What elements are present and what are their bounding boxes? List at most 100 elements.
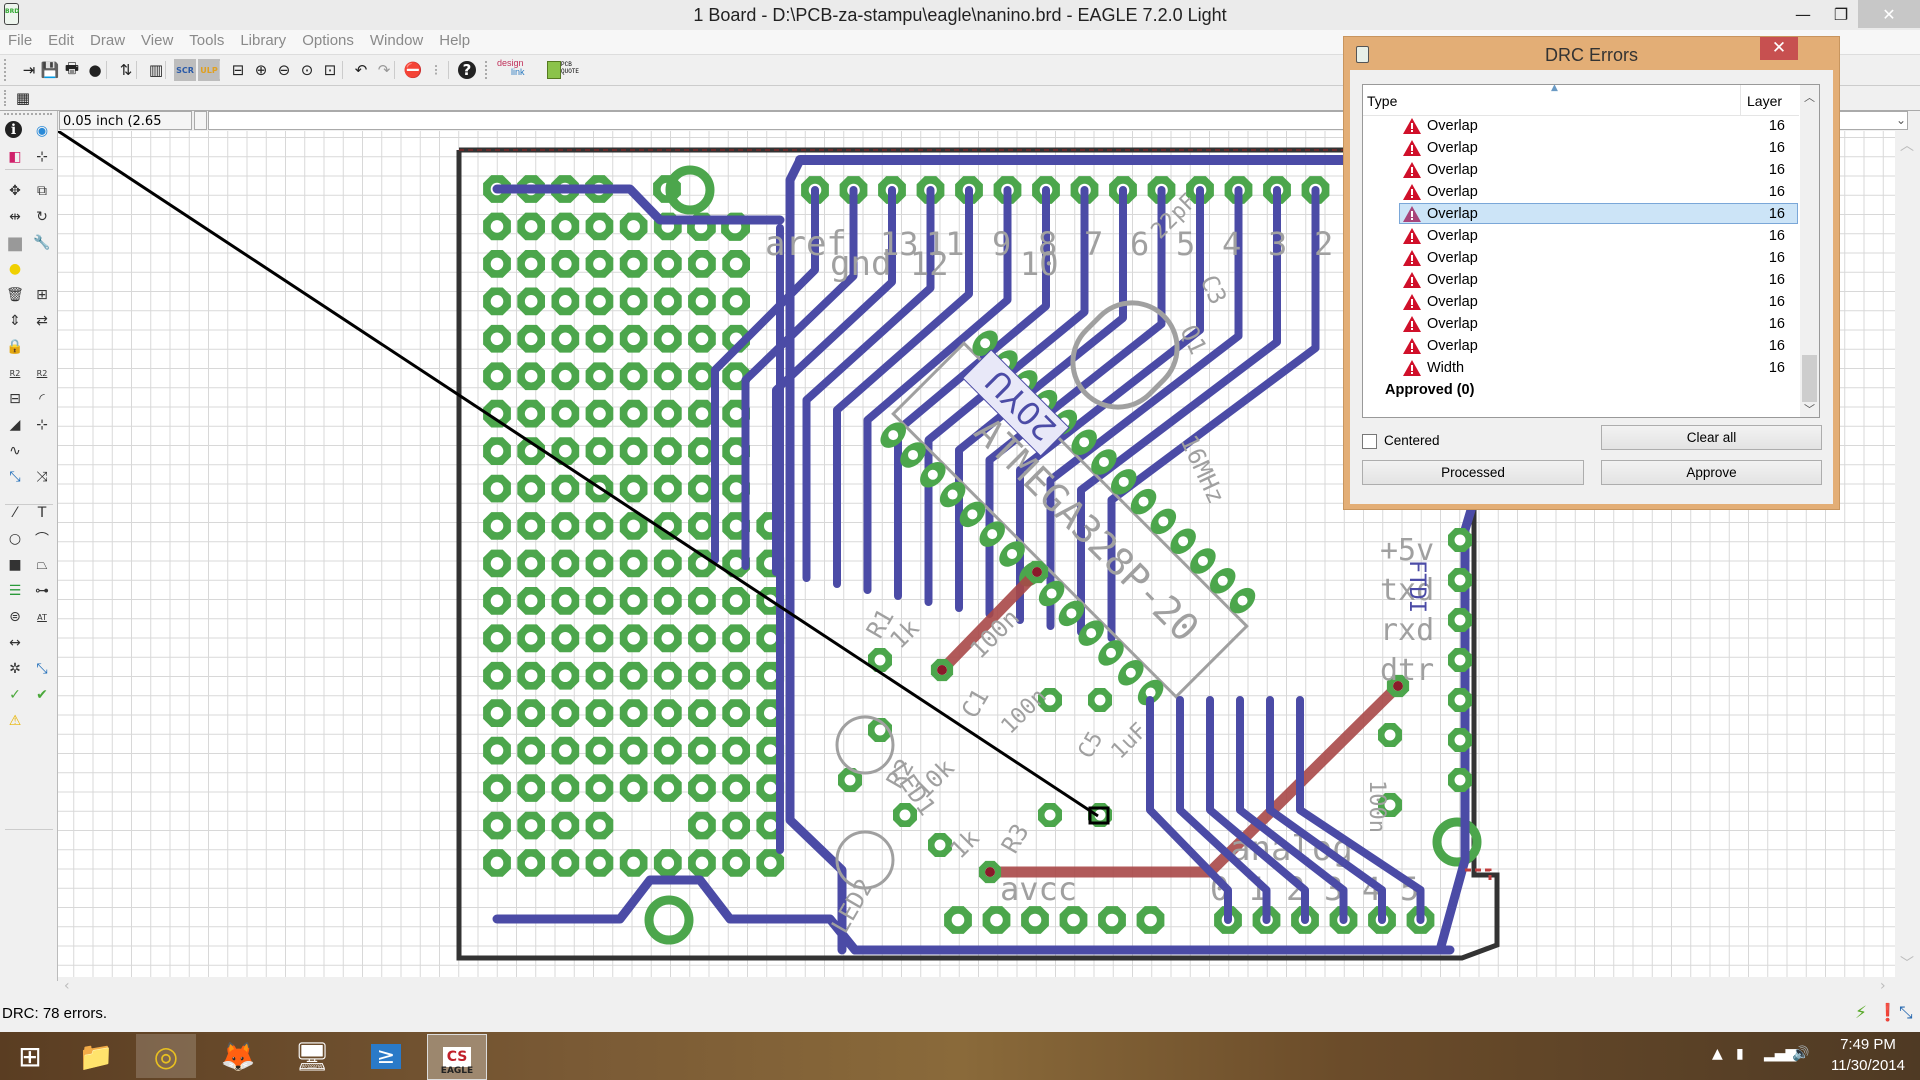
paste-icon[interactable]: ● (5, 259, 25, 279)
ripup-icon[interactable]: ⤨ (32, 467, 52, 487)
menu-window[interactable]: Window (362, 30, 431, 54)
name-icon[interactable]: R2 (5, 363, 25, 383)
zoom-redraw-icon[interactable]: ⊙ (296, 59, 318, 81)
grid-icon[interactable]: ▦ (12, 87, 34, 109)
vertical-scrollbar[interactable]: ︿ ﹀ (1895, 131, 1917, 977)
toolbar-grip[interactable] (4, 59, 8, 81)
scroll-down-icon[interactable]: ﹀ (1804, 401, 1815, 417)
dimension-icon[interactable]: ↔ (5, 633, 25, 653)
menu-file[interactable]: File (0, 30, 40, 54)
error-row[interactable]: Overlap 16 (1363, 313, 1799, 335)
go-icon[interactable]: ⁝ (425, 59, 447, 81)
centered-checkbox[interactable] (1362, 434, 1377, 449)
delete-icon[interactable]: 🗑 (5, 285, 25, 305)
change-icon[interactable]: 🔧 (32, 233, 52, 253)
stop-icon[interactable]: ⛔ (402, 59, 424, 81)
optimize-icon[interactable]: ⊹ (32, 415, 52, 435)
power-icon[interactable]: ▮ (1736, 1046, 1744, 1062)
error-row[interactable]: Overlap 16 (1363, 159, 1799, 181)
zoom-select-icon[interactable]: ⊡ (319, 59, 341, 81)
stop-command-icon[interactable]: ❗ (1877, 1003, 1898, 1023)
toolbar-grip[interactable] (485, 61, 488, 79)
error-row[interactable]: Overlap 16 (1363, 269, 1799, 291)
scroll-left-icon[interactable]: ‹ (64, 978, 70, 994)
menu-view[interactable]: View (133, 30, 181, 54)
toolbar-grip[interactable] (4, 90, 8, 106)
error-row[interactable]: Overlap 16 (1363, 181, 1799, 203)
move-icon[interactable]: ✥ (5, 181, 25, 201)
menu-edit[interactable]: Edit (40, 30, 82, 54)
eagle-taskbar-icon[interactable]: CS EAGLE (427, 1034, 487, 1080)
autorouter-icon[interactable]: ⤡ (32, 659, 52, 679)
error-row[interactable]: Overlap 16 (1363, 291, 1799, 313)
flash-icon[interactable]: ⚡ (1855, 1003, 1867, 1023)
column-header-layer[interactable]: Layer (1747, 93, 1782, 109)
scroll-down-icon[interactable]: ﹀ (1900, 953, 1914, 973)
zoom-fit-icon[interactable]: ⊟ (227, 59, 249, 81)
error-row[interactable]: Overlap 16 (1363, 247, 1799, 269)
copy-icon[interactable]: ⧉ (32, 181, 52, 201)
meander-icon[interactable]: ∿ (5, 441, 25, 461)
lock-icon[interactable]: 🔒 (5, 337, 25, 357)
column-divider[interactable] (1740, 85, 1741, 115)
mark-icon[interactable]: ⊹ (32, 147, 52, 167)
zoom-in-icon[interactable]: ⊕ (250, 59, 272, 81)
error-row[interactable]: Overlap 16 (1363, 225, 1799, 247)
smash-icon[interactable]: ⊟ (5, 389, 25, 409)
menu-help[interactable]: Help (431, 30, 478, 54)
autoroute-status-icon[interactable]: ⤡ (1899, 1003, 1913, 1023)
clock-time[interactable]: 7:49 PM (1820, 1036, 1916, 1053)
scroll-up-icon[interactable]: ︿ (1900, 135, 1914, 155)
undo-icon[interactable]: ↶ (350, 59, 372, 81)
cam-processor-icon[interactable]: ● (84, 59, 106, 81)
rotate-icon[interactable]: ↻ (32, 207, 52, 227)
errors-icon[interactable]: ⚠ (5, 711, 25, 731)
command-history-button[interactable] (194, 111, 207, 130)
add-icon[interactable]: ⊞ (32, 285, 52, 305)
display-layers-icon[interactable]: ◧ (5, 147, 25, 167)
circle-icon[interactable]: ○ (5, 529, 25, 549)
attribute-icon[interactable]: AT (32, 607, 52, 627)
file-explorer-icon[interactable]: 📁 (66, 1034, 126, 1078)
help-icon[interactable]: ? (458, 61, 476, 79)
scrollbar-thumb[interactable] (1802, 355, 1817, 402)
processed-button[interactable]: Processed (1362, 460, 1584, 485)
info-icon[interactable]: ℹ (5, 121, 22, 138)
text-icon[interactable]: T (32, 503, 52, 523)
pinswap-icon[interactable]: ⇕ (5, 311, 25, 331)
via-icon[interactable]: ☰ (5, 581, 25, 601)
error-list-scrollbar[interactable]: ︿ ﹀ (1800, 85, 1819, 417)
horizontal-scrollbar[interactable]: ‹ › (58, 977, 1895, 997)
rect-icon[interactable]: ■ (5, 555, 25, 575)
value-icon[interactable]: R2 (32, 363, 52, 383)
menu-draw[interactable]: Draw (82, 30, 133, 54)
ulp-icon[interactable]: ULP (198, 59, 220, 81)
board-switch-icon[interactable]: ⇅ (115, 59, 137, 81)
error-row[interactable]: Overlap 16 (1363, 203, 1799, 225)
chrome-icon[interactable]: ◎ (136, 1034, 196, 1078)
close-button[interactable]: ✕ (1858, 0, 1920, 28)
dialog-close-button[interactable]: ✕ (1760, 37, 1798, 60)
start-button[interactable]: ⊞ (0, 1034, 60, 1078)
arc-icon[interactable]: ⌒ (32, 529, 52, 549)
approved-group[interactable]: Approved (0) (1385, 382, 1474, 398)
error-row[interactable]: Overlap 16 (1363, 335, 1799, 357)
layer-settings-icon[interactable]: ▥ (145, 59, 167, 81)
designlink-button[interactable]: design link (497, 59, 539, 81)
remote-desktop-icon[interactable]: 🖥 (282, 1034, 342, 1078)
open-icon[interactable]: ⇥ (18, 59, 40, 81)
clear-all-button[interactable]: Clear all (1601, 425, 1822, 450)
polygon-icon[interactable]: ⏢ (32, 555, 52, 575)
show-hidden-icons[interactable]: ▲ (1712, 1046, 1723, 1062)
scroll-right-icon[interactable]: › (1880, 978, 1886, 994)
approve-button[interactable]: Approve (1601, 460, 1822, 485)
volume-icon[interactable]: 🔊 (1792, 1046, 1809, 1062)
replace-icon[interactable]: ⇄ (32, 311, 52, 331)
signal-icon[interactable]: ⊶ (32, 581, 52, 601)
erc-icon[interactable]: ✓ (5, 685, 25, 705)
route-icon[interactable]: ⤡ (5, 467, 25, 487)
error-row[interactable]: Overlap 16 (1363, 137, 1799, 159)
miter-icon[interactable]: ◜ (32, 389, 52, 409)
print-icon[interactable]: 🖶 (61, 59, 83, 81)
group-icon[interactable]: ■ (5, 233, 25, 254)
